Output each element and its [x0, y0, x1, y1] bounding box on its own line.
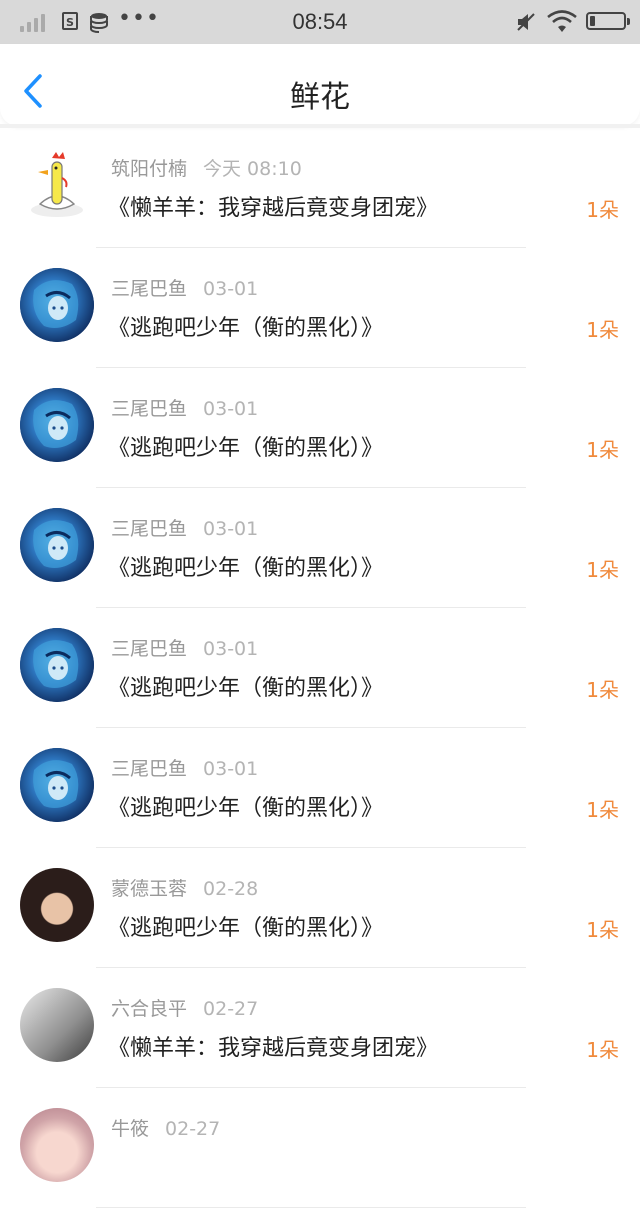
flower-count: 1朵	[586, 798, 619, 822]
user-name[interactable]: 六合良平	[111, 998, 187, 1020]
row-meta: 蒙德玉蓉 02-28	[111, 874, 258, 901]
gift-date: 03-01	[203, 638, 259, 660]
avatar[interactable]	[20, 748, 94, 822]
flower-list: 筑阳付楠 今天 08:10 《懒羊羊：我穿越后竟变身团宠》 1朵 三尾巴鱼 03-0…	[0, 128, 640, 1208]
status-bar: S ••• 08:54	[0, 0, 640, 44]
gift-date: 02-28	[203, 878, 259, 900]
list-item[interactable]: 三尾巴鱼 03-01 《逃跑吧少年（衡的黑化）》 1朵	[0, 608, 640, 728]
status-time: 08:54	[292, 9, 348, 34]
book-title[interactable]: 《逃跑吧少年（衡的黑化）》	[108, 430, 383, 462]
wifi-icon	[547, 10, 577, 32]
avatar[interactable]	[20, 628, 94, 702]
row-meta: 三尾巴鱼 03-01	[111, 634, 258, 661]
avatar[interactable]	[20, 388, 94, 462]
flower-count: 1朵	[586, 558, 619, 582]
flower-count: 1朵	[586, 438, 619, 462]
flower-count: 1朵	[586, 918, 619, 942]
nav-header: 鲜花	[0, 44, 640, 126]
gift-date: 02-27	[165, 1118, 221, 1140]
book-title[interactable]: 《懒羊羊：我穿越后竟变身团宠》	[108, 190, 438, 222]
user-name[interactable]: 牛筱	[111, 1118, 149, 1140]
avatar[interactable]	[20, 268, 94, 342]
avatar[interactable]	[20, 988, 94, 1062]
row-meta: 三尾巴鱼 03-01	[111, 274, 258, 301]
book-title[interactable]: 《逃跑吧少年（衡的黑化）》	[108, 670, 383, 702]
gift-date: 03-01	[203, 398, 259, 420]
gift-date: 03-01	[203, 278, 259, 300]
list-item[interactable]: 蒙德玉蓉 02-28 《逃跑吧少年（衡的黑化）》 1朵	[0, 848, 640, 968]
flower-count: 1朵	[586, 198, 619, 222]
user-name[interactable]: 三尾巴鱼	[111, 398, 187, 420]
flower-count: 1朵	[586, 1038, 619, 1062]
flower-count: 1朵	[586, 318, 619, 342]
list-item[interactable]: 三尾巴鱼 03-01 《逃跑吧少年（衡的黑化）》 1朵	[0, 248, 640, 368]
list-item[interactable]: 三尾巴鱼 03-01 《逃跑吧少年（衡的黑化）》 1朵	[0, 488, 640, 608]
book-title[interactable]: 《逃跑吧少年（衡的黑化）》	[108, 790, 383, 822]
mute-icon	[517, 13, 535, 31]
user-name[interactable]: 三尾巴鱼	[111, 758, 187, 780]
flower-count: 1朵	[586, 678, 619, 702]
user-name[interactable]: 三尾巴鱼	[111, 638, 187, 660]
row-meta: 三尾巴鱼 03-01	[111, 514, 258, 541]
list-item[interactable]: 三尾巴鱼 03-01 《逃跑吧少年（衡的黑化）》 1朵	[0, 368, 640, 488]
book-title[interactable]: 《逃跑吧少年（衡的黑化）》	[108, 910, 383, 942]
gift-date: 03-01	[203, 758, 259, 780]
gift-date: 今天 08:10	[203, 158, 302, 180]
avatar[interactable]	[20, 1108, 94, 1182]
user-name[interactable]: 三尾巴鱼	[111, 278, 187, 300]
gift-date: 02-27	[203, 998, 259, 1020]
list-item[interactable]: 牛筱 02-27	[0, 1088, 640, 1208]
book-title[interactable]: 《懒羊羊：我穿越后竟变身团宠》	[108, 1030, 438, 1062]
row-meta: 三尾巴鱼 03-01	[111, 394, 258, 421]
list-item[interactable]: 三尾巴鱼 03-01 《逃跑吧少年（衡的黑化）》 1朵	[0, 728, 640, 848]
book-title[interactable]: 《逃跑吧少年（衡的黑化）》	[108, 310, 383, 342]
row-meta: 筑阳付楠 今天 08:10	[111, 154, 302, 181]
row-meta: 六合良平 02-27	[111, 994, 258, 1021]
list-item[interactable]: 筑阳付楠 今天 08:10 《懒羊羊：我穿越后竟变身团宠》 1朵	[0, 128, 640, 248]
book-title[interactable]: 《逃跑吧少年（衡的黑化）》	[108, 550, 383, 582]
avatar[interactable]	[20, 148, 94, 222]
page-title: 鲜花	[290, 80, 350, 115]
user-name[interactable]: 筑阳付楠	[111, 158, 187, 180]
row-meta: 牛筱 02-27	[111, 1114, 220, 1141]
gift-date: 03-01	[203, 518, 259, 540]
list-item[interactable]: 六合良平 02-27 《懒羊羊：我穿越后竟变身团宠》 1朵	[0, 968, 640, 1088]
user-name[interactable]: 蒙德玉蓉	[111, 878, 187, 900]
battery-icon	[586, 12, 630, 30]
row-meta: 三尾巴鱼 03-01	[111, 754, 258, 781]
avatar[interactable]	[20, 508, 94, 582]
avatar[interactable]	[20, 868, 94, 942]
user-name[interactable]: 三尾巴鱼	[111, 518, 187, 540]
